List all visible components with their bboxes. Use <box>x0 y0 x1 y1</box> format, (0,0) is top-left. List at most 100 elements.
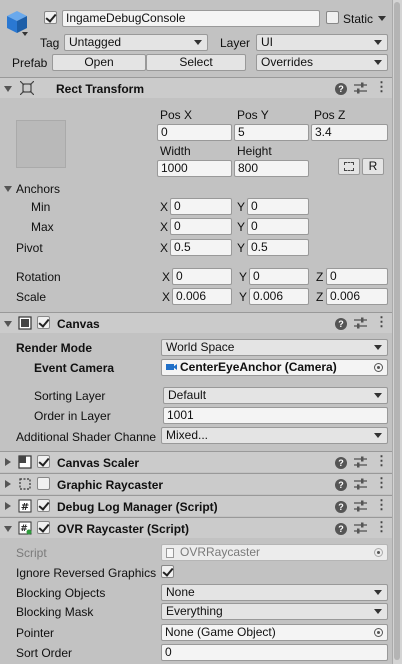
blueprint-mode-button[interactable] <box>338 158 360 175</box>
prefab-select-button[interactable]: Select <box>146 54 246 71</box>
tag-label: Tag <box>40 36 60 50</box>
blocking-mask-dropdown[interactable]: Everything <box>161 603 388 620</box>
graphic-raycaster-menu-icon[interactable]: ⋮ <box>375 476 388 490</box>
order-in-layer-field[interactable]: 1001 <box>163 407 388 424</box>
anchors-foldout-icon[interactable] <box>4 186 12 192</box>
object-name-field[interactable]: IngameDebugConsole <box>62 10 320 27</box>
anchor-min-label: Min <box>31 200 51 214</box>
anchor-max-y-field[interactable]: 0 <box>247 218 309 235</box>
debug-log-manager-help-icon[interactable]: ? <box>335 501 347 513</box>
rotation-z-field[interactable]: 0 <box>326 268 388 285</box>
width-label: Width <box>160 144 191 158</box>
anchor-min-x-field[interactable]: 0 <box>170 198 232 215</box>
ovr-script-icon: # <box>18 521 32 535</box>
height-label: Height <box>237 144 272 158</box>
pointer-field[interactable]: None (Game Object) <box>161 624 388 641</box>
prefab-overrides-dropdown[interactable]: Overrides <box>256 54 388 71</box>
canvas-scaler-enabled-checkbox[interactable] <box>37 455 50 468</box>
ovr-raycaster-help-icon[interactable]: ? <box>335 523 347 535</box>
canvas-icon <box>18 316 32 330</box>
canvas-help-icon[interactable]: ? <box>335 318 347 330</box>
width-field[interactable]: 1000 <box>157 160 232 177</box>
canvas-scaler-presets-icon[interactable] <box>354 456 368 470</box>
scrollbar-thumb[interactable] <box>394 2 400 660</box>
event-camera-field[interactable]: CenterEyeAnchor (Camera) <box>161 359 388 376</box>
canvas-scaler-foldout-icon[interactable] <box>5 458 11 466</box>
ignore-reversed-checkbox[interactable] <box>161 565 174 578</box>
height-field[interactable]: 800 <box>234 160 309 177</box>
pivot-x-field[interactable]: 0.5 <box>170 239 232 256</box>
anchors-label[interactable]: Anchors <box>16 182 60 196</box>
active-toggle[interactable] <box>44 11 57 24</box>
static-dropdown-arrow-icon[interactable] <box>378 16 386 21</box>
pivot-x-label: X <box>160 241 169 255</box>
sorting-layer-label: Sorting Layer <box>34 389 106 403</box>
scale-z-field[interactable]: 0.006 <box>326 288 388 305</box>
posx-field[interactable]: 0 <box>157 124 232 141</box>
posz-field[interactable]: 3.4 <box>311 124 388 141</box>
scale-y-field[interactable]: 0.006 <box>249 288 309 305</box>
sorting-layer-dropdown[interactable]: Default <box>163 387 388 404</box>
prefab-label: Prefab <box>12 56 48 70</box>
ovr-raycaster-menu-icon[interactable]: ⋮ <box>375 520 388 534</box>
graphic-raycaster-foldout-icon[interactable] <box>5 480 11 488</box>
rect-transform-title: Rect Transform <box>56 82 145 96</box>
debug-log-manager-enabled-checkbox[interactable] <box>37 499 50 512</box>
canvas-presets-icon[interactable] <box>354 317 368 331</box>
scale-x-label: X <box>162 290 171 304</box>
debug-log-manager-menu-icon[interactable]: ⋮ <box>375 498 388 512</box>
ovr-raycaster-title: OVR Raycaster (Script) <box>57 522 190 536</box>
anchor-max-x-field[interactable]: 0 <box>170 218 232 235</box>
scale-y-label: Y <box>239 290 248 304</box>
rotation-y-label: Y <box>239 270 248 284</box>
posy-label: Pos Y <box>237 108 269 122</box>
shader-channels-dropdown[interactable]: Mixed... <box>161 427 388 444</box>
rect-transform-foldout-icon[interactable] <box>4 86 12 92</box>
ovr-raycaster-enabled-checkbox[interactable] <box>37 521 50 534</box>
anchor-max-x-label: X <box>160 220 169 234</box>
scale-z-label: Z <box>316 290 324 304</box>
rotation-x-field[interactable]: 0 <box>172 268 232 285</box>
ovr-raycaster-presets-icon[interactable] <box>354 522 368 536</box>
rect-transform-presets-icon[interactable] <box>354 82 368 96</box>
canvas-enabled-checkbox[interactable] <box>37 316 50 329</box>
pointer-label: Pointer <box>16 626 55 640</box>
rect-transform-help-icon[interactable]: ? <box>335 83 347 95</box>
posy-field[interactable]: 5 <box>234 124 309 141</box>
gameobject-icon-chevron-icon[interactable] <box>22 32 28 36</box>
rotation-y-field[interactable]: 0 <box>249 268 309 285</box>
script-value: OVRRaycaster <box>180 545 261 559</box>
canvas-foldout-icon[interactable] <box>4 321 12 327</box>
static-label[interactable]: Static <box>343 12 373 26</box>
pivot-y-field[interactable]: 0.5 <box>247 239 309 256</box>
tag-dropdown[interactable]: Untagged <box>64 34 208 51</box>
prefab-open-button[interactable]: Open <box>52 54 146 71</box>
script-icon: # <box>18 499 32 513</box>
render-mode-dropdown[interactable]: World Space <box>161 339 388 356</box>
canvas-menu-icon[interactable]: ⋮ <box>375 315 388 329</box>
blocking-objects-dropdown[interactable]: None <box>161 584 388 601</box>
canvas-scaler-help-icon[interactable]: ? <box>335 457 347 469</box>
graphic-raycaster-title: Graphic Raycaster <box>57 478 164 492</box>
canvas-scaler-menu-icon[interactable]: ⋮ <box>375 454 388 468</box>
graphic-raycaster-help-icon[interactable]: ? <box>335 479 347 491</box>
ovr-raycaster-foldout-icon[interactable] <box>4 526 12 532</box>
pointer-picker-icon[interactable] <box>374 628 383 637</box>
blocking-mask-label: Blocking Mask <box>16 605 94 619</box>
graphic-raycaster-enabled-checkbox[interactable] <box>37 477 50 490</box>
debug-log-manager-foldout-icon[interactable] <box>5 502 11 510</box>
event-camera-picker-icon[interactable] <box>374 363 383 372</box>
anchor-min-y-field[interactable]: 0 <box>247 198 309 215</box>
scale-label: Scale <box>16 290 47 304</box>
pointer-value: None (Game Object) <box>165 625 276 639</box>
raw-edit-button[interactable]: R <box>362 158 384 175</box>
rect-transform-menu-icon[interactable]: ⋮ <box>375 80 388 94</box>
sort-order-field[interactable]: 0 <box>161 644 388 661</box>
scale-x-field[interactable]: 0.006 <box>172 288 232 305</box>
graphic-raycaster-presets-icon[interactable] <box>354 478 368 492</box>
debug-log-manager-presets-icon[interactable] <box>354 500 368 514</box>
layer-dropdown[interactable]: UI <box>256 34 388 51</box>
anchor-presets-box[interactable] <box>16 120 66 168</box>
layer-label: Layer <box>220 36 251 50</box>
static-checkbox[interactable] <box>326 11 339 24</box>
